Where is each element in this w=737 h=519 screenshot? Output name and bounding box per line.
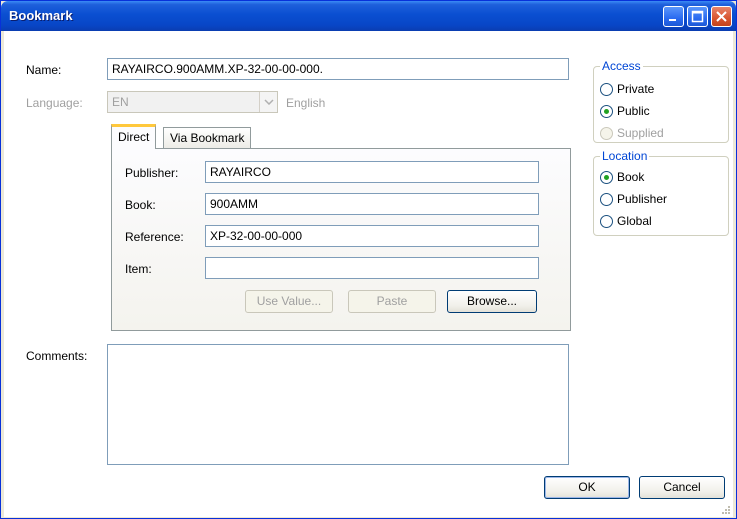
book-label: Book: <box>125 198 156 212</box>
book-field[interactable]: 900AMM <box>205 193 539 215</box>
maximize-button[interactable] <box>687 6 708 27</box>
comments-label: Comments: <box>26 349 88 363</box>
language-label: Language: <box>26 96 83 110</box>
minimize-icon <box>669 19 676 21</box>
name-field[interactable]: RAYAIRCO.900AMM.XP-32-00-00-000. <box>107 58 569 80</box>
cancel-button[interactable]: Cancel <box>639 476 725 499</box>
close-icon <box>716 11 727 22</box>
item-label: Item: <box>125 262 152 276</box>
direct-tab-panel: Publisher: RAYAIRCO Book: 900AMM Referen… <box>111 148 571 331</box>
access-group: Access Private Public Supplied <box>593 59 729 143</box>
use-value-button[interactable]: Use Value... <box>245 290 333 313</box>
browse-button[interactable]: Browse... <box>447 290 537 313</box>
language-select[interactable]: EN <box>107 91 278 113</box>
location-publisher-label: Publisher <box>617 192 668 206</box>
location-global-label: Global <box>617 214 652 228</box>
reference-field[interactable]: XP-32-00-00-000 <box>205 225 539 247</box>
radio-icon <box>600 83 613 96</box>
location-legend: Location <box>600 149 650 163</box>
publisher-field[interactable]: RAYAIRCO <box>205 161 539 183</box>
access-supplied-label: Supplied <box>617 126 664 140</box>
window-title: Bookmark <box>9 8 73 23</box>
access-private-label: Private <box>617 82 655 96</box>
resize-grip-icon[interactable] <box>721 505 731 515</box>
tab-via-bookmark[interactable]: Via Bookmark <box>163 127 252 149</box>
reference-label: Reference: <box>125 230 184 244</box>
tab-direct[interactable]: Direct <box>111 124 157 149</box>
radio-selected-icon <box>600 105 613 118</box>
radio-icon <box>600 193 613 206</box>
bookmark-dialog: Bookmark Name: RAYAIRCO.900AMM.XP-32-00-… <box>0 0 737 519</box>
ok-button[interactable]: OK <box>544 476 630 499</box>
maximize-icon <box>691 10 704 23</box>
language-dropdown-button[interactable] <box>259 92 277 112</box>
title-bar[interactable]: Bookmark <box>1 1 736 31</box>
language-name: English <box>286 96 326 110</box>
chevron-down-icon <box>264 99 274 105</box>
name-label: Name: <box>26 63 62 77</box>
access-public-label: Public <box>617 104 650 118</box>
minimize-button[interactable] <box>663 6 684 27</box>
access-legend: Access <box>600 59 643 73</box>
close-button[interactable] <box>711 6 732 27</box>
comments-field[interactable] <box>107 344 569 465</box>
radio-icon <box>600 127 613 140</box>
radio-icon <box>600 215 613 228</box>
item-field[interactable] <box>205 257 539 279</box>
location-book-label: Book <box>617 170 645 184</box>
dialog-body: Name: RAYAIRCO.900AMM.XP-32-00-00-000. L… <box>4 31 733 517</box>
language-value: EN <box>112 95 129 109</box>
radio-selected-icon <box>600 171 613 184</box>
publisher-label: Publisher: <box>125 166 179 180</box>
location-group: Location Book Publisher Global <box>593 149 729 236</box>
paste-button[interactable]: Paste <box>348 290 436 313</box>
